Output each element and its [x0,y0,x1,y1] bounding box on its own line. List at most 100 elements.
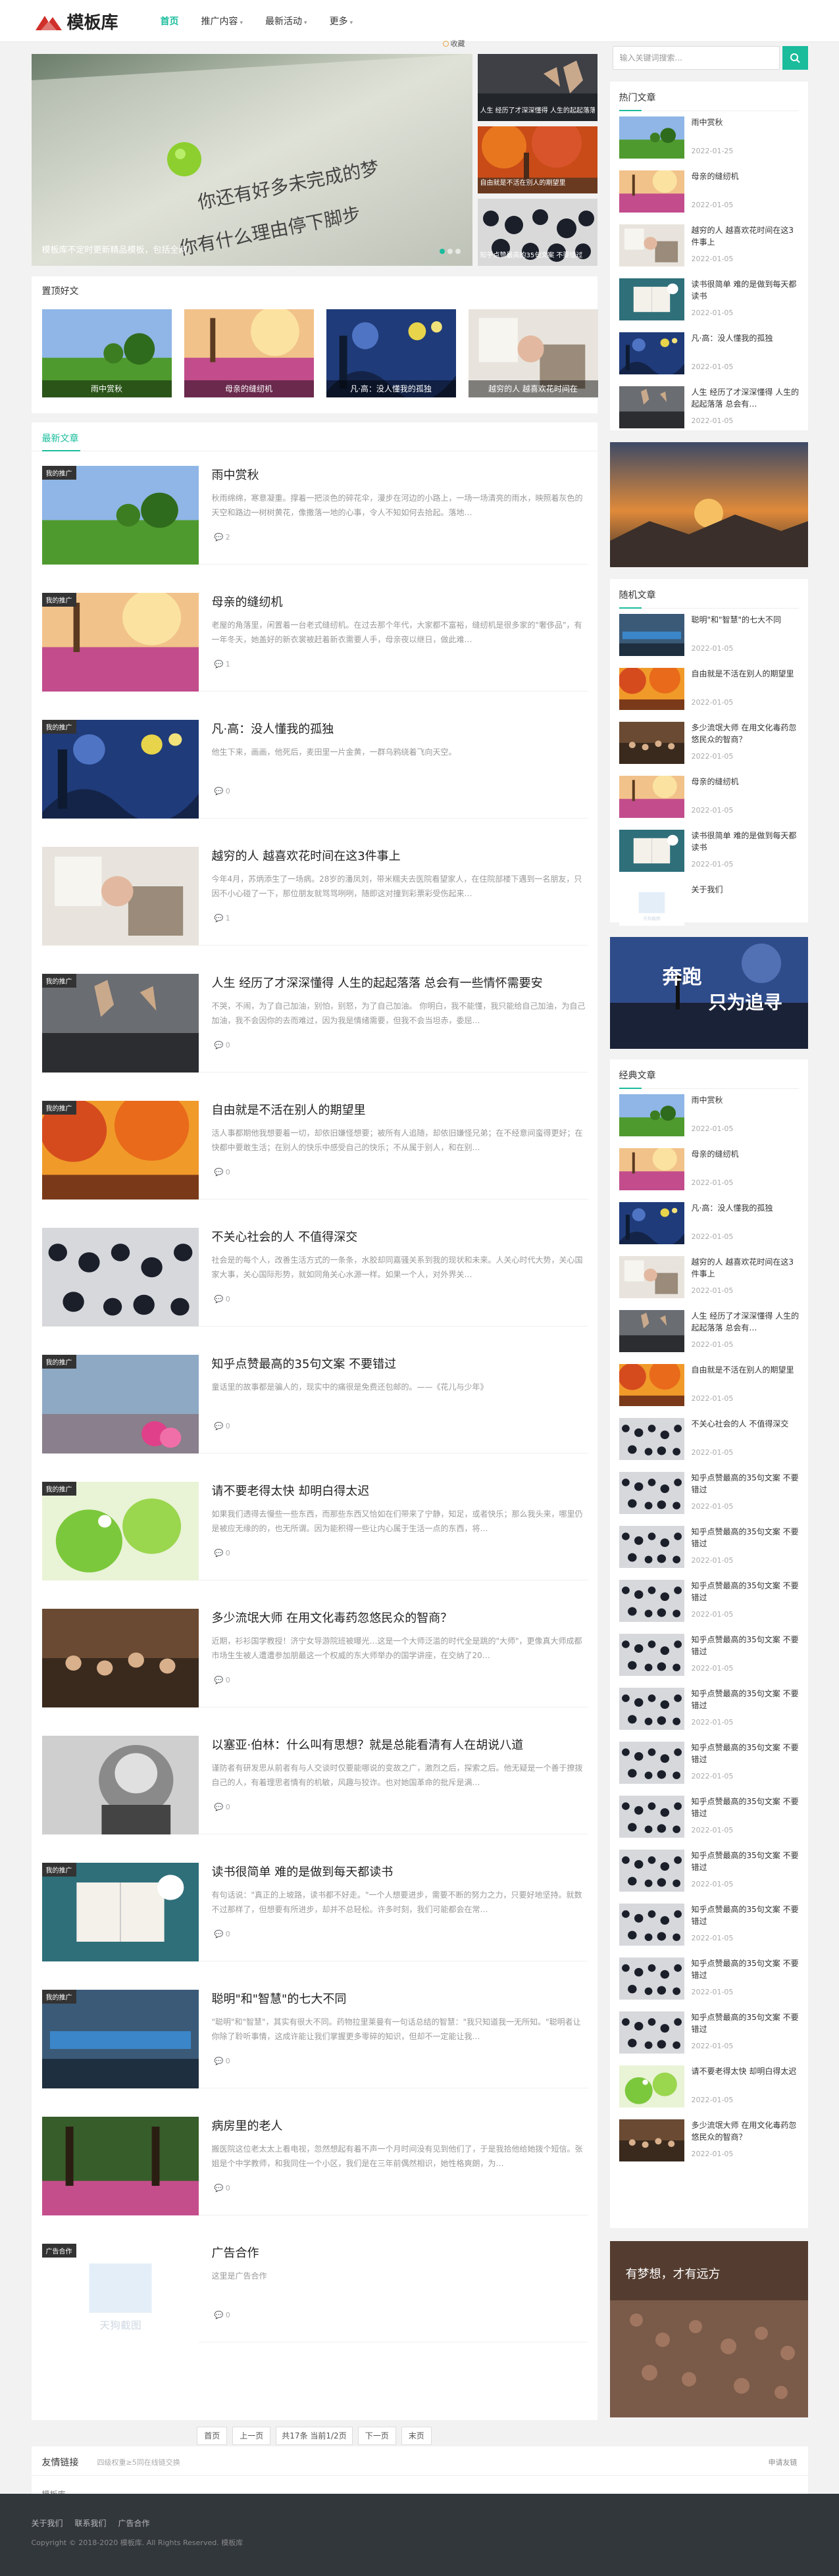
sidebar-article[interactable]: 自由就是不活在别人的期望里 2022-01-05 [619,1359,799,1413]
article-title[interactable]: 知乎点赞最高的35句文案 不要错过 [212,1355,397,1372]
article-thumbnail[interactable]: 我的推广 [41,974,199,1073]
sidebar-article[interactable]: 读书很简单 难的是做到每天都读书 2022-01-05 [619,273,799,327]
slider-dots[interactable] [439,249,461,254]
article-thumbnail[interactable]: 我的推广 [41,1355,199,1453]
sidebar-article[interactable]: 知乎点赞最高的35句文案 不要错过 2022-01-05 [619,1575,799,1629]
hero-side-slide[interactable]: 自由就是不活在别人的期望里 [477,126,597,193]
sidebar-article[interactable]: 越穷的人 越喜欢花时间在这3件事上 2022-01-05 [619,219,799,273]
sidebar-article-date: 2022-01-05 [691,255,734,263]
bookmark-notice[interactable]: 收藏 [442,38,465,49]
comment-icon: 💬 [214,1295,224,1303]
sidebar-article[interactable]: 知乎点赞最高的35句文案 不要错过 2022-01-05 [619,1521,799,1575]
article-thumbnail[interactable] [41,1228,199,1326]
hero-side-slide[interactable]: 知乎点赞最高的35句文案 不要错过 [477,199,597,266]
article-title[interactable]: 聪明"和"智慧"的七大不同 [212,1990,347,2007]
article-title[interactable]: 自由就是不活在别人的期望里 [212,1101,366,1118]
sidebar-article[interactable]: 母亲的缝纫机 2022-01-05 [619,1143,799,1197]
sidebar-ad-2[interactable]: 奔跑 只为追寻 [609,937,808,1049]
footer-link[interactable]: 联系我们 [75,2517,107,2529]
page-last[interactable]: 末页 [401,2427,432,2445]
page-first[interactable]: 首页 [197,2427,228,2445]
sidebar-article[interactable]: 请不要老得太快 却明白得太迟 2022-01-05 [619,2060,799,2114]
sidebar-article[interactable]: 知乎点赞最高的35句文案 不要错过 2022-01-05 [619,2006,799,2060]
article-thumbnail[interactable]: 我的推广 [41,466,199,565]
article-meta: 💬 0 [215,1168,230,1176]
article-title[interactable]: 越穷的人 越喜欢花时间在这3件事上 [212,847,401,864]
sidebar-article[interactable]: 知乎点赞最高的35句文案 不要错过 2022-01-05 [619,1736,799,1790]
sidebar-article[interactable]: 知乎点赞最高的35句文案 不要错过 2022-01-05 [619,1790,799,1844]
article-title[interactable]: 母亲的缝纫机 [212,593,283,610]
article-title[interactable]: 雨中赏秋 [212,466,259,483]
sidebar-article[interactable]: 不关心社会的人 不值得深交 2022-01-05 [619,1413,799,1467]
sidebar-article[interactable]: 知乎点赞最高的35句文案 不要错过 2022-01-05 [619,1898,799,1952]
sidebar-article[interactable]: 天狗截图 关于我们 [619,878,799,932]
search-button[interactable] [782,46,808,70]
article-title[interactable]: 读书很简单 难的是做到每天都读书 [212,1863,394,1880]
nav-item[interactable]: 首页 [161,14,179,28]
article-title[interactable]: 以塞亚·伯林：什么叫有思想？就是总能看清有人在胡说八道 [212,1736,524,1753]
apply-link-button[interactable]: 申请友链 [769,2457,798,2467]
page-next[interactable]: 下一页 [357,2427,396,2445]
sidebar-article[interactable]: 雨中赏秋 2022-01-05 [619,1089,799,1143]
article-thumbnail[interactable]: 我的推广 [41,1482,199,1580]
site-logo[interactable]: 模板库 [34,9,118,34]
pinned-item[interactable]: 母亲的缝纫机 [184,309,314,397]
random-title: 随机文章 [619,590,656,601]
article-thumbnail[interactable]: 我的推广 [41,1101,199,1200]
article-item: 病房里的老人 搬医院这位老太太上看电视，忽然想起有着不声一个月时间没有见到他们了，… [41,2102,588,2215]
sidebar-article[interactable]: 母亲的缝纫机 2022-01-05 [619,770,799,824]
sidebar-article[interactable]: 知乎点赞最高的35句文案 不要错过 2022-01-05 [619,1629,799,1682]
sidebar-article[interactable]: 母亲的缝纫机 2022-01-05 [619,165,799,219]
article-title[interactable]: 广告合作 [212,2244,259,2261]
sidebar-article[interactable]: 知乎点赞最高的35句文案 不要错过 2022-01-05 [619,1682,799,1736]
article-thumbnail[interactable]: 我的推广 [41,1863,199,1961]
article-title[interactable]: 多少流氓大师 在用文化毒药忽悠民众的智商？ [212,1609,453,1626]
sidebar-article[interactable]: 人生 经历了才深深懂得 人生的起起落落 总会有… 2022-01-05 [619,1305,799,1359]
sidebar-article[interactable]: 雨中赏秋 2022-01-25 [619,111,799,165]
sidebar-article[interactable]: 聪明"和"智慧"的七大不同 2022-01-05 [619,609,799,663]
article-title[interactable]: 病房里的老人 [212,2117,283,2134]
sidebar-article[interactable]: 凡·高：没人懂我的孤独 2022-01-05 [619,327,799,381]
article-thumbnail[interactable] [41,2117,199,2215]
sidebar-article[interactable]: 读书很简单 难的是做到每天都读书 2022-01-05 [619,824,799,878]
article-thumbnail[interactable] [41,1609,199,1707]
pinned-item[interactable]: 凡·高：没人懂我的孤独 [326,309,456,397]
sidebar-ad-3[interactable]: 有梦想，才有远方 [609,2241,808,2417]
pinned-list: 雨中赏秋 母亲的缝纫机 凡·高：没人懂我的孤独 越穷的人 越喜欢花时间在 [41,309,598,397]
article-thumbnail[interactable] [41,1736,199,1834]
hero-side-slide[interactable]: 人生 经历了才深深懂得 人生的起起落落 总会 [477,54,597,121]
article-title[interactable]: 请不要老得太快 却明白得太迟 [212,1482,370,1499]
footer-link[interactable]: 关于我们 [32,2517,63,2529]
latest-articles: 最新文章 我的推广 雨中赏秋 秋雨绵绵，寒意凝重。撑着一把淡色的碎花伞，漫步在河边的… [31,422,597,2420]
article-title[interactable]: 不关心社会的人 不值得深交 [212,1228,358,1245]
sidebar-article[interactable]: 越穷的人 越喜欢花时间在这3件事上 2022-01-05 [619,1251,799,1305]
pinned-item[interactable]: 雨中赏秋 [41,309,172,397]
page-prev[interactable]: 上一页 [232,2427,271,2445]
nav-item[interactable]: 最新活动 ▾ [265,14,307,28]
article-thumbnail[interactable] [41,847,199,946]
sidebar-article[interactable]: 多少流氓大师 在用文化毒药忽悠民众的智商？ 2022-01-05 [619,717,799,770]
footer-link[interactable]: 广告合作 [118,2517,150,2529]
sidebar-article[interactable]: 知乎点赞最高的35句文案 不要错过 2022-01-05 [619,1467,799,1521]
sidebar-article[interactable]: 自由就是不活在别人的期望里 2022-01-05 [619,663,799,717]
nav-item[interactable]: 推广内容 ▾ [201,14,243,28]
article-thumbnail[interactable]: 我的推广 [41,1990,199,2088]
article-thumbnail[interactable]: 我的推广 [41,720,199,819]
sidebar-article[interactable]: 多少流氓大师 在用文化毒药忽悠民众的智商？ 2022-01-05 [619,2114,799,2168]
hero-slide-main[interactable]: 你还有好多未完成的梦 你有什么理由停下脚步 模板库不定时更新精品模板，包括全网 [31,54,472,266]
article-title[interactable]: 人生 经历了才深深懂得 人生的起起落落 总会有一些情怀需要安 [212,974,543,991]
sidebar-article[interactable]: 人生 经历了才深深懂得 人生的起起落落 总会有… 2022-01-05 [619,381,799,435]
nav-item[interactable]: 更多 ▾ [330,14,353,28]
pinned-item[interactable]: 越穷的人 越喜欢花时间在 [468,309,598,397]
sidebar-article[interactable]: 凡·高：没人懂我的孤独 2022-01-05 [619,1197,799,1251]
search-input[interactable]: 输入关键词搜索... [612,46,780,70]
sidebar-article-thumb [619,1202,684,1244]
article-thumbnail[interactable]: 天狗截图 广告合作 [41,2244,199,2342]
article-title[interactable]: 凡·高：没人懂我的孤独 [212,720,334,737]
sidebar-article-title: 读书很简单 难的是做到每天都读书 [691,831,797,852]
pinned-item-label: 越穷的人 越喜欢花时间在 [468,380,598,397]
sidebar-article[interactable]: 知乎点赞最高的35句文案 不要错过 2022-01-05 [619,1952,799,2006]
sidebar-ad-1[interactable] [609,442,808,567]
article-thumbnail[interactable]: 我的推广 [41,593,199,692]
sidebar-article[interactable]: 知乎点赞最高的35句文案 不要错过 2022-01-05 [619,1844,799,1898]
